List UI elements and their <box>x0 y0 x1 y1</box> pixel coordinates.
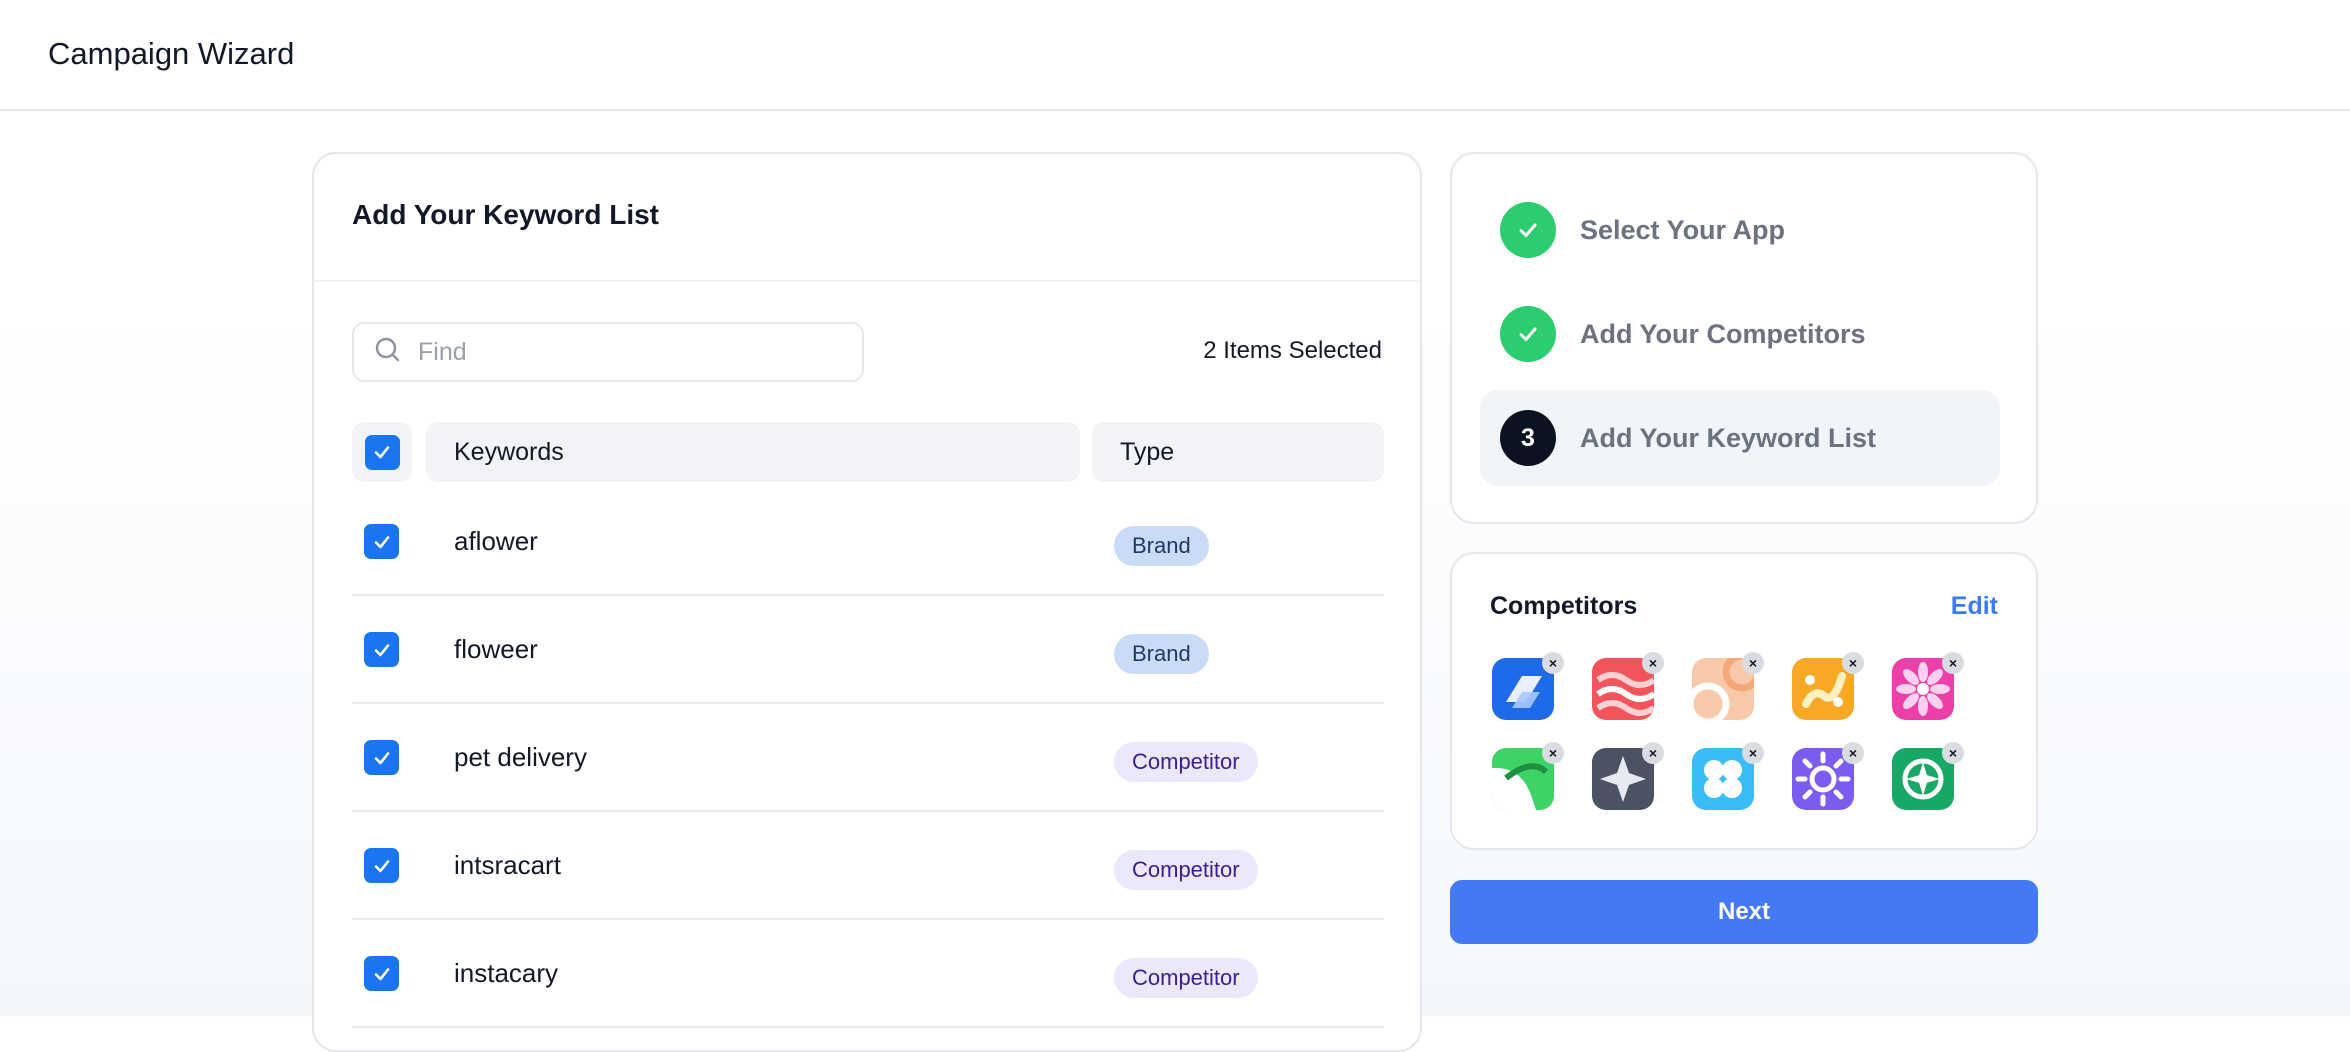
type-badge: Competitor <box>1114 958 1258 998</box>
check-icon <box>374 859 389 872</box>
step-select-app[interactable]: Select Your App <box>1480 182 2000 278</box>
top-bar: Campaign Wizard <box>0 0 2350 111</box>
step-add-competitors[interactable]: Add Your Competitors <box>1480 286 2000 382</box>
table-row[interactable]: floweer Brand <box>352 596 1384 704</box>
remove-competitor-button[interactable]: × <box>1942 742 1964 764</box>
step-number-badge: 3 <box>1500 410 1556 466</box>
type-badge: Competitor <box>1114 850 1258 890</box>
selected-count: 2 Items Selected <box>1203 337 1382 364</box>
table-row[interactable]: instacary Competitor <box>352 920 1384 1028</box>
row-checkbox[interactable] <box>364 956 399 991</box>
check-icon <box>374 751 389 764</box>
search-input[interactable] <box>418 337 818 367</box>
next-button[interactable]: Next <box>1450 880 2038 944</box>
remove-competitor-button[interactable]: × <box>1542 742 1564 764</box>
keyword-card-header: Add Your Keyword List <box>314 154 1420 282</box>
wizard-steps-card: Select Your App Add Your Competitors 3 A… <box>1450 152 2038 524</box>
row-checkbox[interactable] <box>364 524 399 559</box>
table-row[interactable]: pet delivery Competitor <box>352 704 1384 812</box>
select-all-checkbox[interactable] <box>364 434 400 470</box>
keyword-text: floweer <box>454 634 538 664</box>
table-row[interactable]: intsracart Competitor <box>352 812 1384 920</box>
step-label: Select Your App <box>1580 214 1786 245</box>
check-icon <box>374 535 389 548</box>
row-checkbox[interactable] <box>364 632 399 667</box>
page-title: Campaign Wizard <box>48 36 295 71</box>
row-checkbox[interactable] <box>364 848 399 883</box>
keyword-text: instacary <box>454 958 559 988</box>
type-badge: Competitor <box>1114 742 1258 782</box>
step-label: Add Your Competitors <box>1580 318 1866 349</box>
competitors-card: Competitors Edit × × × × × × × × × × <box>1450 552 2038 850</box>
table-row[interactable]: aflower Brand <box>352 488 1384 596</box>
search-icon <box>374 336 402 369</box>
check-icon <box>374 967 389 980</box>
remove-competitor-button[interactable]: × <box>1942 652 1964 674</box>
check-icon <box>374 446 390 459</box>
edit-competitors-link[interactable]: Edit <box>1951 592 1998 621</box>
search-box[interactable] <box>352 322 864 382</box>
step-complete-badge <box>1500 202 1556 258</box>
row-checkbox[interactable] <box>364 740 399 775</box>
remove-competitor-button[interactable]: × <box>1742 652 1764 674</box>
check-icon <box>374 643 389 656</box>
keyword-text: aflower <box>454 526 538 556</box>
type-badge: Brand <box>1114 634 1209 674</box>
select-all-cell <box>352 422 412 482</box>
remove-competitor-button[interactable]: × <box>1742 742 1764 764</box>
check-icon <box>1519 327 1537 341</box>
keyword-list-card: Add Your Keyword List 2 Items Selected K… <box>312 152 1422 1052</box>
keyword-text: pet delivery <box>454 742 587 772</box>
check-icon <box>1519 223 1537 237</box>
competitors-title: Competitors <box>1490 592 1638 620</box>
step-label: Add Your Keyword List <box>1580 422 1877 453</box>
step-complete-badge <box>1500 306 1556 362</box>
column-header-keywords[interactable]: Keywords <box>426 422 1080 482</box>
remove-competitor-button[interactable]: × <box>1542 652 1564 674</box>
remove-competitor-button[interactable]: × <box>1842 652 1864 674</box>
remove-competitor-button[interactable]: × <box>1642 652 1664 674</box>
keyword-card-title: Add Your Keyword List <box>352 199 659 230</box>
remove-competitor-button[interactable]: × <box>1642 742 1664 764</box>
step-add-keyword-list[interactable]: 3 Add Your Keyword List <box>1480 390 2000 486</box>
keyword-text: intsracart <box>454 850 561 880</box>
column-header-type[interactable]: Type <box>1092 422 1384 482</box>
remove-competitor-button[interactable]: × <box>1842 742 1864 764</box>
type-badge: Brand <box>1114 526 1209 566</box>
